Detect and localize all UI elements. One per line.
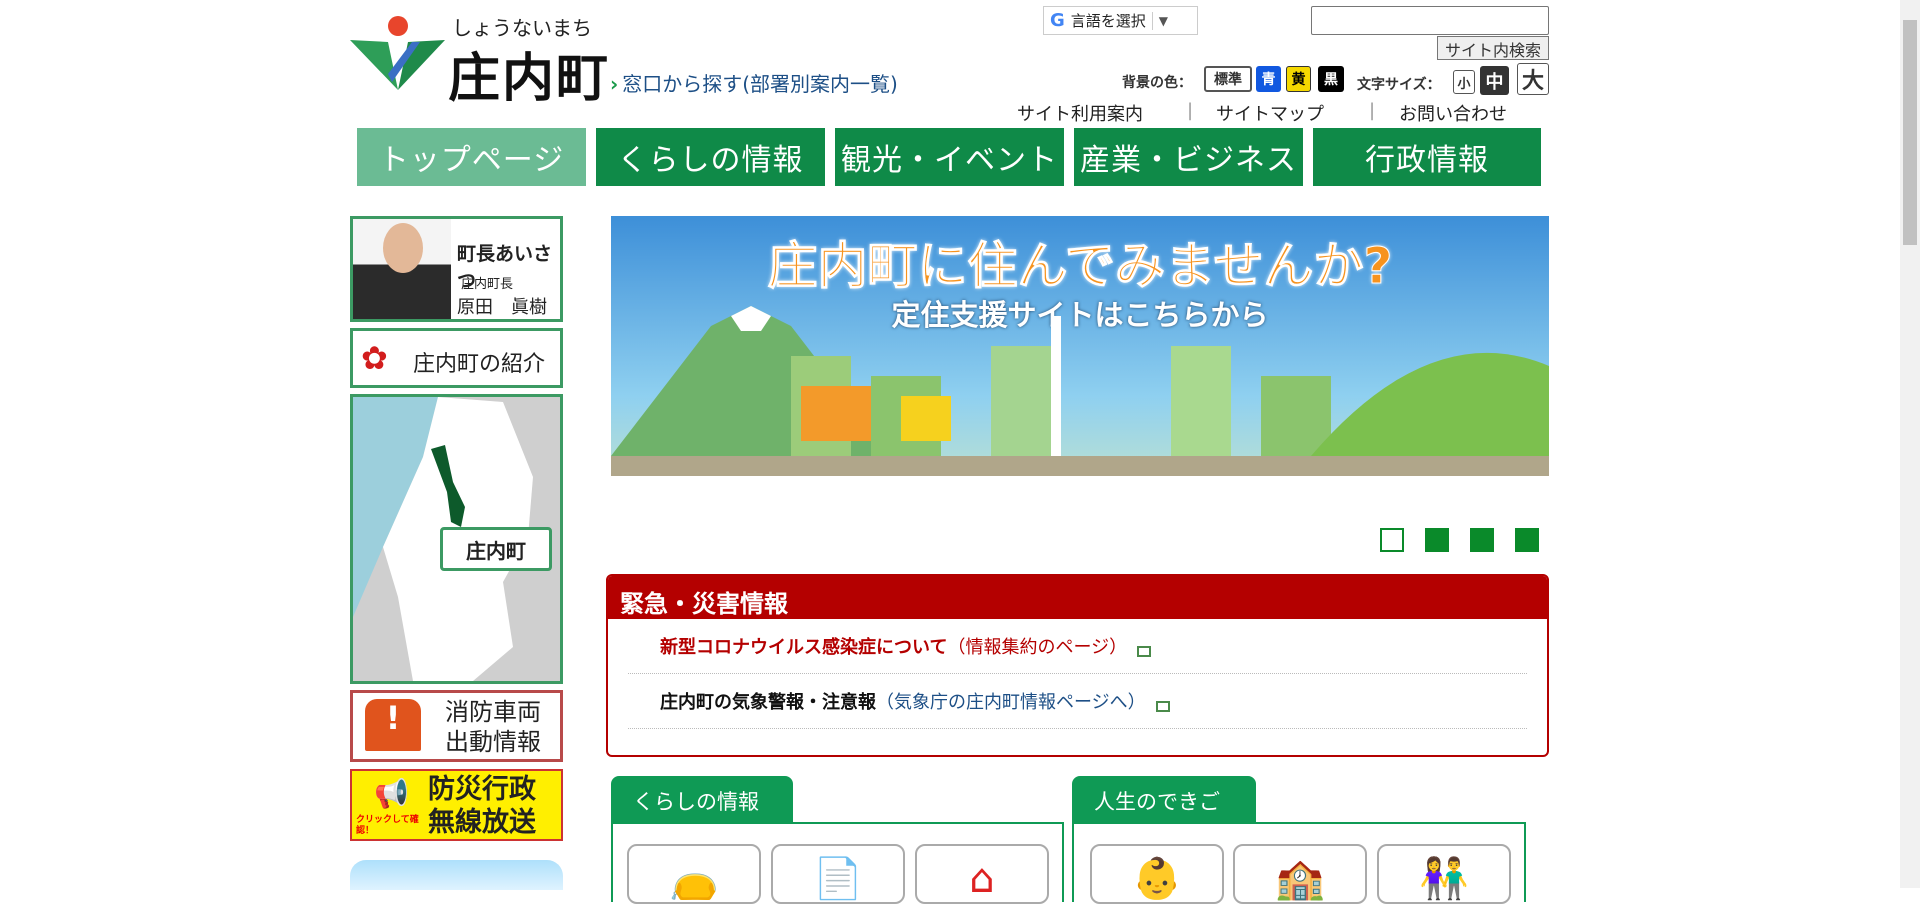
map-label: 庄内町 bbox=[440, 527, 552, 571]
dept-search-link[interactable]: › 窓口から探す(部署別案内一覧) bbox=[610, 68, 898, 97]
search-button[interactable]: サイト内検索 bbox=[1437, 36, 1549, 60]
mayor-photo bbox=[353, 219, 451, 319]
emergency-note: （情報集約のページ） bbox=[947, 637, 1128, 658]
baby-stroller-icon: 👶 bbox=[1132, 856, 1182, 902]
fire-line2: 出動情報 bbox=[445, 728, 541, 756]
slide-dot-2[interactable] bbox=[1425, 528, 1449, 552]
nav-gyosei[interactable]: 行政情報 bbox=[1313, 128, 1541, 186]
bg-yellow-button[interactable]: 黄 bbox=[1286, 66, 1311, 92]
nav-kurashi[interactable]: くらしの情報 bbox=[596, 128, 825, 186]
garbage-card[interactable]: 👝 bbox=[627, 844, 761, 904]
fire-dispatch-banner[interactable]: ! 消防車両 出動情報 bbox=[350, 690, 563, 762]
family-card[interactable]: 👫 bbox=[1377, 844, 1511, 904]
dept-link-label: 窓口から探す(部署別案内一覧) bbox=[622, 72, 898, 96]
childbirth-card[interactable]: 👶 bbox=[1090, 844, 1224, 904]
sitemap-link[interactable]: サイトマップ bbox=[1216, 100, 1324, 126]
external-window-icon bbox=[1155, 701, 1170, 712]
scrollbar-thumb[interactable] bbox=[1903, 20, 1917, 245]
emergency-item[interactable]: 庄内町の気象警報・注意報（気象庁の庄内町情報ページへ） bbox=[628, 674, 1527, 729]
slide-dot-4[interactable] bbox=[1515, 528, 1539, 552]
site-guide-link[interactable]: サイト利用案内 bbox=[1017, 100, 1143, 126]
translate-select[interactable]: G 言語を選択 ▼ bbox=[1043, 6, 1198, 35]
slide-dot-3[interactable] bbox=[1470, 528, 1494, 552]
greeting-name: 原田 眞樹 bbox=[457, 297, 547, 318]
logo-name: 庄内町 bbox=[448, 49, 611, 109]
insurance-card-icon: 📄 bbox=[813, 856, 863, 902]
rainbow-banner[interactable] bbox=[350, 860, 563, 890]
bg-blue-button[interactable]: 青 bbox=[1256, 66, 1281, 92]
external-window-icon bbox=[1137, 646, 1152, 657]
font-small-button[interactable]: 小 bbox=[1453, 70, 1475, 94]
greeting-role: 庄内町長 bbox=[461, 277, 514, 292]
fire-line1: 消防車両 bbox=[445, 698, 541, 726]
intro-label: 庄内町の紹介 bbox=[413, 352, 546, 377]
font-medium-button[interactable]: 中 bbox=[1480, 66, 1509, 95]
garbage-bag-icon: 👝 bbox=[669, 856, 719, 902]
divider: | bbox=[1369, 100, 1376, 121]
hero-banner[interactable]: 庄内町に住んでみませんか? 定住支援サイトはこちらから bbox=[611, 216, 1549, 517]
fire-text: 消防車両 出動情報 bbox=[445, 697, 541, 757]
bg-standard-button[interactable]: 標準 bbox=[1204, 66, 1252, 92]
school-card[interactable]: 🏫 bbox=[1233, 844, 1367, 904]
bousai-line2: 無線放送 bbox=[428, 807, 536, 838]
translate-label: 言語を選択 bbox=[1070, 12, 1146, 30]
bg-black-button[interactable]: 黒 bbox=[1318, 66, 1344, 92]
slide-dot-1[interactable] bbox=[1380, 528, 1404, 552]
emergency-link[interactable]: 新型コロナウイルス感染症について bbox=[660, 637, 947, 658]
emergency-item[interactable]: 新型コロナウイルス感染症について（情報集約のページ） bbox=[628, 619, 1527, 674]
school-icon: 🏫 bbox=[1275, 856, 1325, 902]
town-map-banner[interactable]: 庄内町 bbox=[350, 394, 563, 684]
divider bbox=[1151, 11, 1153, 30]
insurance-card[interactable]: 📄 bbox=[771, 844, 905, 904]
section-tab-life-events[interactable]: 人生のできごと bbox=[1072, 776, 1256, 844]
caret-down-icon: ▼ bbox=[1158, 13, 1169, 28]
camellia-icon: ✿ bbox=[361, 339, 388, 377]
town-intro-banner[interactable]: ✿ 庄内町の紹介 bbox=[350, 328, 563, 388]
alert-light-icon: ! bbox=[365, 699, 421, 751]
nav-sangyo[interactable]: 産業・ビジネス bbox=[1074, 128, 1303, 186]
chevron-right-icon: › bbox=[610, 72, 619, 96]
emergency-title: 緊急・災害情報 bbox=[608, 576, 1547, 619]
emergency-link[interactable]: 庄内町の気象警報・注意報 bbox=[660, 692, 876, 713]
housing-card[interactable]: ⌂ bbox=[915, 844, 1049, 904]
town-emblem-icon bbox=[350, 16, 445, 90]
contact-link[interactable]: お問い合わせ bbox=[1399, 100, 1507, 126]
people-icon: 👫 bbox=[1419, 856, 1469, 902]
divider: | bbox=[1187, 100, 1194, 121]
nav-top[interactable]: トップページ bbox=[357, 128, 586, 186]
bg-color-label: 背景の色： bbox=[1122, 75, 1192, 91]
font-size-label: 文字サイズ： bbox=[1357, 77, 1441, 93]
house-icon: ⌂ bbox=[969, 856, 995, 902]
disaster-radio-banner[interactable]: 📢 クリックして確認！ 防災行政 無線放送 bbox=[350, 769, 563, 841]
emergency-info-box: 緊急・災害情報 新型コロナウイルス感染症について（情報集約のページ） 庄内町の気… bbox=[606, 574, 1549, 757]
section-tab-kurashi[interactable]: くらしの情報 bbox=[611, 776, 793, 823]
bousai-note: クリックして確認！ bbox=[356, 815, 419, 836]
bousai-text: 防災行政 無線放送 bbox=[428, 773, 536, 839]
font-large-button[interactable]: 大 bbox=[1517, 63, 1549, 95]
emergency-note: （気象庁の庄内町情報ページへ） bbox=[876, 692, 1146, 713]
loudspeaker-icon: 📢 bbox=[374, 777, 409, 810]
google-icon: G bbox=[1050, 10, 1065, 31]
mayor-greeting-banner[interactable]: 町長あいさつ 庄内町長 原田 眞樹 bbox=[350, 216, 563, 322]
search-input[interactable] bbox=[1311, 6, 1549, 35]
nav-kanko[interactable]: 観光・イベント bbox=[835, 128, 1064, 186]
bousai-line1: 防災行政 bbox=[428, 774, 536, 805]
townscape-illustration bbox=[611, 306, 1549, 517]
